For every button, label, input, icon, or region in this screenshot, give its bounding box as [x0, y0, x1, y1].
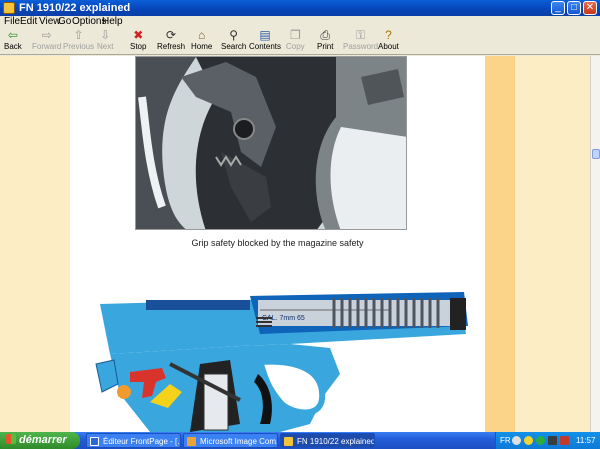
toolbar-contents-button[interactable]: ▤ Contents	[249, 29, 281, 54]
toolbar-button-label: Home	[191, 42, 213, 51]
minimize-button[interactable]: _	[551, 1, 565, 15]
menu-edit[interactable]: Edit	[20, 16, 37, 28]
up-arrow-icon: ⇧	[73, 28, 84, 42]
tray-icon-network[interactable]	[512, 436, 521, 445]
pistol-cutaway-diagram: CAL. 7mm 65	[90, 274, 480, 432]
taskbar-task-image-composer[interactable]: Microsoft Image Com...	[183, 433, 278, 448]
menu-go[interactable]: Go	[58, 16, 71, 28]
home-icon: ⌂	[198, 28, 206, 42]
back-arrow-icon: ⇦	[7, 28, 18, 42]
frontpage-icon	[90, 437, 99, 446]
key-icon: ⚿	[355, 28, 366, 42]
toolbar-button-label: About	[378, 42, 399, 51]
print-icon: ⎙	[320, 28, 331, 42]
refresh-icon: ⟳	[165, 28, 177, 42]
close-button[interactable]: ✕	[583, 1, 597, 15]
taskbar: démarrer Éditeur FrontPage - [... Micros…	[0, 432, 600, 449]
taskbar-task-help[interactable]: FN 1910/22 explained	[280, 433, 375, 448]
title-bar: FN 1910/22 explained _ □ ✕	[0, 0, 600, 16]
toolbar-copy-button[interactable]: ❐ Copy	[286, 29, 305, 54]
image-composer-icon	[187, 437, 196, 446]
toolbar-button-label: Contents	[249, 42, 282, 51]
toolbar-home-button[interactable]: ⌂ Home	[191, 29, 212, 54]
tray-icon-update[interactable]	[536, 436, 545, 445]
menu-help[interactable]: Help	[102, 16, 123, 28]
toolbar-print-button[interactable]: ⎙ Print	[317, 29, 333, 54]
language-indicator[interactable]: FR	[500, 432, 511, 449]
page-left-margin	[0, 56, 70, 432]
toolbar-previous-button[interactable]: ⇧ Previous	[63, 29, 94, 54]
system-tray: FR 11:57	[495, 432, 600, 449]
toolbar-password-button[interactable]: ⚿ Password	[343, 29, 378, 54]
content-pane[interactable]: Grip safety blocked by the magazine safe…	[0, 56, 590, 432]
maximize-button[interactable]: □	[567, 1, 581, 15]
toolbar-button-label: Forward	[32, 42, 62, 51]
scrollbar-thumb[interactable]	[592, 149, 600, 159]
toolbar: ⇦ Back ⇨ Forward ⇧ Previous ⇩ Next ✖ Stop ⟳ Refresh…	[0, 28, 600, 55]
help-book-icon	[284, 437, 293, 446]
toolbar-back-button[interactable]: ⇦ Back	[4, 29, 22, 54]
toolbar-button-label: Next	[97, 42, 114, 51]
toolbar-button-label: Previous	[63, 42, 95, 51]
stop-icon: ✖	[133, 28, 144, 42]
taskbar-task-frontpage[interactable]: Éditeur FrontPage - [...	[86, 433, 181, 448]
toolbar-stop-button[interactable]: ✖ Stop	[130, 29, 146, 54]
toolbar-refresh-button[interactable]: ⟳ Refresh	[157, 29, 185, 54]
start-label: démarrer	[19, 434, 67, 446]
toolbar-next-button[interactable]: ⇩ Next	[97, 29, 113, 54]
toolbar-button-label: Print	[317, 42, 334, 51]
toolbar-search-button[interactable]: ⚲ Search	[221, 29, 246, 54]
tray-icon-messenger[interactable]	[524, 436, 533, 445]
photo-caption: Grip safety blocked by the magazine safe…	[191, 238, 364, 248]
tray-icon-antivirus[interactable]	[560, 436, 569, 445]
windows-logo-icon	[6, 434, 16, 444]
window-title: FN 1910/22 explained	[19, 2, 131, 14]
help-book-icon	[3, 2, 15, 14]
menu-bar: File Edit View Go Options Help	[0, 16, 600, 28]
task-label: Microsoft Image Com...	[200, 437, 278, 446]
grip-safety-photo	[135, 56, 407, 230]
toolbar-button-label: Copy	[286, 42, 305, 51]
toolbar-button-label: Refresh	[157, 42, 186, 51]
toolbar-button-label: Password	[343, 42, 379, 51]
menu-file[interactable]: File	[4, 16, 20, 28]
toolbar-button-label: Back	[4, 42, 22, 51]
clock: 11:57	[576, 436, 596, 445]
contents-icon: ▤	[259, 28, 271, 42]
task-label: Éditeur FrontPage - [...	[103, 437, 181, 446]
page-right-margin	[515, 56, 590, 432]
copy-icon: ❐	[289, 28, 301, 42]
start-button[interactable]: démarrer	[0, 432, 80, 449]
toolbar-about-button[interactable]: ? About	[378, 29, 399, 54]
forward-arrow-icon: ⇨	[41, 28, 52, 42]
vertical-scrollbar[interactable]	[590, 56, 600, 432]
down-arrow-icon: ⇩	[100, 28, 111, 42]
toolbar-forward-button[interactable]: ⇨ Forward	[32, 29, 61, 54]
toolbar-button-label: Search	[221, 42, 247, 51]
task-label: FN 1910/22 explained	[297, 437, 375, 446]
toolbar-button-label: Stop	[130, 42, 147, 51]
search-icon: ⚲	[229, 28, 239, 42]
page-right-stripe	[485, 56, 515, 432]
tray-icon-media[interactable]	[548, 436, 557, 445]
about-icon: ?	[385, 28, 392, 42]
